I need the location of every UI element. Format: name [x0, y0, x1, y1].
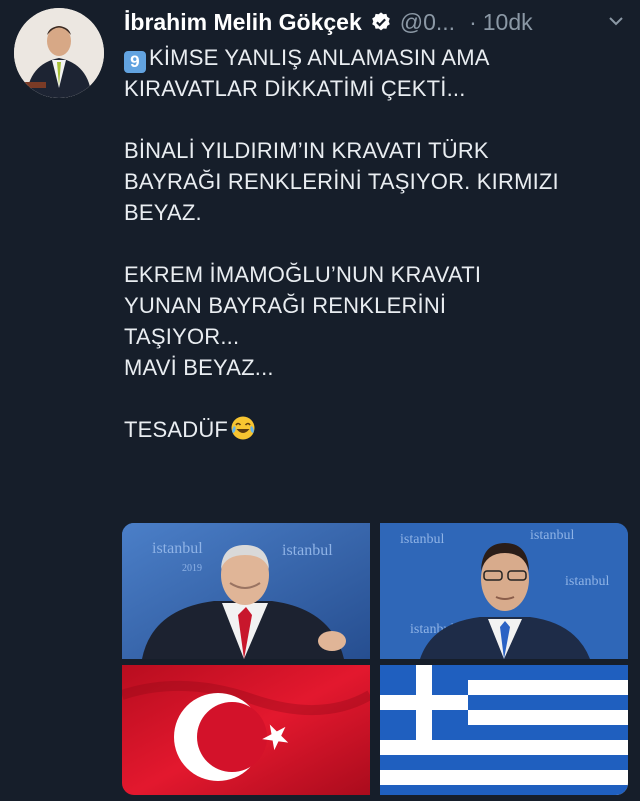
studio-watermark-year: 2019 [182, 563, 202, 574]
photo-binali-yildirim[interactable]: istanbul istanbul 2019 [122, 523, 370, 659]
keycap-nine-emoji-icon: 9 [124, 51, 146, 73]
chevron-down-icon[interactable] [606, 10, 626, 37]
studio-watermark: istanbul [400, 532, 444, 547]
tweet-line: BAYRAĞI RENKLERİNİ TAŞIYOR. KIRMIZI [124, 169, 559, 194]
tweet-line: YUNAN BAYRAĞI RENKLERİNİ [124, 293, 447, 318]
tweet-line: TAŞIYOR... [124, 324, 240, 349]
header-separator: · [469, 8, 477, 35]
tweet-line: BİNALİ YILDIRIM’IN KRAVATI TÜRK [124, 138, 489, 163]
studio-watermark: istanbul [530, 528, 574, 543]
tears-of-joy-emoji-icon [230, 415, 256, 449]
author-name[interactable]: İbrahim Melih Gökçek [124, 9, 362, 36]
tweet-line: EKREM İMAMOĞLU’NUN KRAVATI [124, 262, 482, 287]
greece-flag-image[interactable] [380, 665, 628, 795]
studio-watermark: istanbul [152, 540, 203, 557]
tweet-timestamp[interactable]: 10dk [483, 9, 533, 36]
tweet-text: 9 KİMSE YANLIŞ ANLAMASIN AMA KIRAVATLAR D… [124, 42, 626, 445]
tweet-line: KIRAVATLAR DİKKATİMİ ÇEKTİ... [124, 76, 466, 101]
tweet-line: TESADÜF [124, 414, 626, 445]
author-avatar[interactable] [14, 8, 104, 98]
studio-watermark: istanbul [565, 574, 609, 589]
tweet-line: 9 KİMSE YANLIŞ ANLAMASIN AMA [124, 42, 626, 73]
tweet-line: BEYAZ. [124, 200, 202, 225]
turkey-flag-image[interactable] [122, 665, 370, 795]
tweet-header: İbrahim Melih Gökçek @0... · 10dk [124, 6, 626, 38]
tweet-media-grid[interactable]: istanbul istanbul 2019 istanbul istanbul… [122, 523, 628, 795]
verified-badge-icon [370, 11, 392, 33]
tweet-line: MAVİ BEYAZ... [124, 355, 274, 380]
photo-ekrem-imamoglu[interactable]: istanbul istanbul istanbul istanbul [380, 523, 628, 659]
author-handle[interactable]: @0... [400, 9, 455, 36]
studio-watermark: istanbul [282, 542, 333, 559]
